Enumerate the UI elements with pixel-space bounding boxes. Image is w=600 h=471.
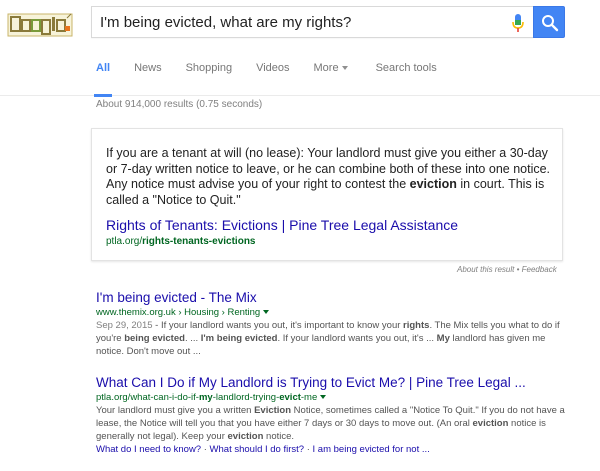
snippet-feedback-row: About this result • Feedback [457, 265, 557, 274]
tab-news[interactable]: News [134, 58, 162, 96]
result-date: Sep 29, 2015 [96, 320, 153, 331]
result-url: ptla.org/what-can-i-do-if-my-landlord-tr… [96, 392, 566, 403]
about-this-result-link[interactable]: About this result [457, 265, 514, 274]
result-url: www.themix.org.uk › Housing › Renting [96, 307, 566, 318]
featured-snippet-card: If you are a tenant at will (no lease): … [91, 128, 563, 261]
sitelink[interactable]: What should I do first? [210, 444, 305, 455]
tab-label: More [313, 62, 339, 74]
search-box[interactable] [91, 6, 533, 38]
url-bold-part: my [198, 392, 213, 403]
url-breadcrumb: www.themix.org.uk › Housing › Renting [96, 307, 261, 318]
google-doodle-logo[interactable] [7, 12, 73, 38]
separator: · [304, 444, 313, 455]
snippet-text-part: - If your landlord wants you out, it's i… [152, 320, 404, 331]
tab-label: All [96, 62, 111, 74]
snippet-bold-term: I'm being evicted [200, 333, 278, 344]
tab-videos[interactable]: Videos [256, 58, 289, 96]
separator: · [201, 444, 210, 455]
url-part: ptla.org/ [106, 236, 143, 247]
featured-result-title[interactable]: Rights of Tenants: Evictions | Pine Tree… [106, 217, 458, 233]
chevron-down-icon[interactable] [320, 395, 327, 400]
tab-label: News [134, 62, 162, 74]
chevron-down-icon[interactable] [263, 310, 270, 315]
sitelink[interactable]: What do I need to know? [96, 444, 201, 455]
search-result: I'm being evicted - The Mix www.themix.o… [96, 290, 566, 358]
separator: • [514, 265, 522, 274]
result-title[interactable]: I'm being evicted - The Mix [96, 290, 566, 305]
snippet-text-part: . If your landlord wants you out, it's .… [277, 333, 437, 344]
result-title[interactable]: What Can I Do if My Landlord is Trying t… [96, 375, 566, 390]
search-tabs: All News Shopping Videos More Search too… [93, 58, 461, 97]
snippet-text-part: notice. [263, 431, 295, 442]
url-bold-part: evict [279, 392, 301, 403]
result-snippet: Your landlord must give you a written Ev… [96, 404, 566, 443]
tab-label: Search tools [375, 62, 437, 74]
snippet-bold-term: eviction [472, 418, 509, 429]
featured-result-url: ptla.org/rights-tenants-evictions [106, 236, 256, 247]
feedback-link[interactable]: Feedback [522, 265, 557, 274]
snippet-bold-term: My [436, 333, 450, 344]
result-stats: About 914,000 results (0.75 seconds) [96, 99, 263, 110]
tab-label: Videos [256, 62, 290, 74]
search-input[interactable] [100, 7, 500, 37]
search-header: All News Shopping Videos More Search too… [0, 0, 600, 97]
sitelink[interactable]: I am being evicted for not ... [313, 444, 430, 455]
sitelinks: What do I need to know? · What should I … [96, 444, 566, 455]
url-bold-part: rights-tenants-evictions [142, 236, 256, 247]
snippet-text-part: Your landlord must give you a written [96, 405, 255, 416]
snippet-bold-term: being evicted [124, 333, 185, 344]
tab-more[interactable]: More [314, 58, 348, 96]
search-button[interactable] [533, 6, 565, 38]
snippet-text-part: . ... [184, 333, 201, 344]
search-result: What Can I Do if My Landlord is Trying t… [96, 375, 566, 455]
snippet-bold-term: rights [403, 320, 430, 331]
tab-label: Shopping [185, 62, 233, 74]
snippet-bold-term: eviction [409, 177, 457, 191]
chevron-down-icon [341, 66, 348, 71]
tab-search-tools[interactable]: Search tools [376, 58, 437, 96]
url-part: -me [300, 392, 318, 403]
tab-all[interactable]: All [93, 58, 113, 97]
url-part: ptla.org/what-can-i-do-if- [96, 392, 199, 403]
tab-shopping[interactable]: Shopping [186, 58, 233, 96]
search-icon [542, 15, 559, 32]
result-snippet: Sep 29, 2015 - If your landlord wants yo… [96, 319, 566, 358]
microphone-icon[interactable] [511, 13, 525, 33]
url-part: -landlord-trying- [212, 392, 280, 403]
snippet-bold-term: Eviction [254, 405, 292, 416]
snippet-bold-term: eviction [227, 431, 264, 442]
featured-snippet-text: If you are a tenant at will (no lease): … [106, 146, 552, 208]
